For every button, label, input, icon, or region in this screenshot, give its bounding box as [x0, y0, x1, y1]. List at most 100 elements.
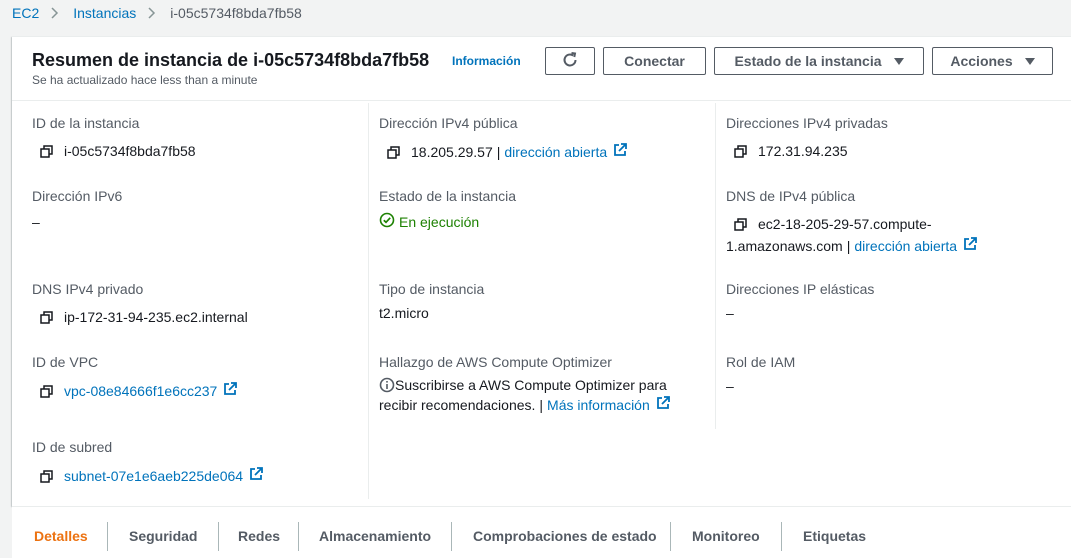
public-dns-line1: ec2-18-205-29-57.compute- [758, 216, 932, 232]
separator: | [496, 143, 501, 160]
field-value: Suscribirse a AWS Compute Optimizer para [379, 377, 670, 393]
optimizer-text-line1: Suscribirse a AWS Compute Optimizer para [395, 377, 667, 393]
field-label: Dirección IPv4 pública [379, 115, 518, 131]
detail-tabs: Detalles Seguridad Redes Almacenamiento … [12, 506, 1071, 558]
optimizer-text-line2: recibir recomendaciones. [379, 396, 536, 413]
column-divider [368, 103, 369, 499]
field-value: 172.31.94.235 [732, 143, 888, 159]
tab-security[interactable]: Seguridad [129, 521, 197, 551]
elastic-ips-field: Direcciones IP elásticas – [726, 281, 874, 321]
ipv6-field: Dirección IPv6 – [32, 188, 122, 230]
chevron-right-icon [144, 4, 162, 22]
copy-icon[interactable] [385, 144, 401, 160]
open-address-link[interactable]: dirección abierta [854, 238, 957, 254]
field-value: 18.205.29.57 | dirección abierta [385, 143, 628, 160]
vpc-link[interactable]: vpc-08e84666f1e6cc237 [64, 383, 217, 399]
external-link-icon[interactable] [223, 382, 238, 399]
tab-monitoring[interactable]: Monitoreo [692, 521, 760, 551]
compute-optimizer-field: Hallazgo de AWS Compute Optimizer Suscri… [379, 354, 670, 413]
actions-label: Acciones [950, 53, 1013, 69]
copy-icon[interactable] [732, 216, 748, 232]
breadcrumb-instances-link[interactable]: Instancias [73, 5, 136, 21]
field-label: ID de subred [32, 439, 113, 455]
instance-type-value: t2.micro [379, 305, 429, 321]
last-updated-text: Se ha actualizado hace less than a minut… [32, 73, 258, 87]
field-value: 1.amazonaws.com | dirección abierta [726, 237, 977, 254]
field-label: Tipo de instancia [379, 281, 485, 297]
public-dns-line2: 1.amazonaws.com [726, 237, 843, 254]
field-label: ID de VPC [32, 354, 99, 370]
connect-button-label: Conectar [624, 53, 685, 69]
tab-divider [670, 522, 671, 551]
panel-header: Resumen de instancia de i-05c5734f8bda7f… [12, 37, 1071, 101]
iam-role-field: Rol de IAM – [726, 354, 795, 394]
private-ips-field: Direcciones IPv4 privadas 172.31.94.235 [726, 115, 888, 159]
external-link-icon[interactable] [963, 237, 977, 254]
tab-divider [298, 522, 299, 551]
private-ip-value: 172.31.94.235 [758, 143, 848, 159]
tab-divider [451, 522, 452, 551]
iam-role-value: – [726, 378, 734, 394]
tab-storage[interactable]: Almacenamiento [319, 521, 431, 551]
ipv6-value: – [32, 214, 40, 230]
more-info-link[interactable]: Más información [547, 397, 650, 413]
external-link-icon[interactable] [613, 143, 628, 160]
copy-icon[interactable] [38, 309, 54, 325]
field-value: i-05c5734f8bda7fb58 [38, 143, 196, 159]
copy-icon[interactable] [38, 468, 54, 484]
field-label: DNS IPv4 privado [32, 281, 144, 297]
external-link-icon[interactable] [656, 396, 670, 413]
instance-state-dropdown[interactable]: Estado de la instancia [714, 47, 924, 75]
refresh-button[interactable] [545, 47, 595, 75]
caret-down-icon [1024, 57, 1035, 65]
private-dns-value: ip-172-31-94-235.ec2.internal [64, 309, 248, 325]
tab-divider [107, 522, 108, 551]
public-ip-field: Dirección IPv4 pública 18.205.29.57 | di… [379, 115, 628, 160]
subnet-link[interactable]: subnet-07e1e6aeb225de064 [64, 468, 243, 484]
tab-tags[interactable]: Etiquetas [803, 521, 866, 551]
actions-dropdown[interactable]: Acciones [932, 47, 1053, 75]
copy-icon[interactable] [38, 383, 54, 399]
caret-down-icon [893, 57, 904, 65]
check-circle-icon [379, 212, 399, 231]
breadcrumb-ec2-link[interactable]: EC2 [12, 5, 39, 21]
open-address-link[interactable]: dirección abierta [504, 144, 607, 160]
instance-id-field: ID de la instancia i-05c5734f8bda7fb58 [32, 115, 196, 159]
info-link[interactable]: Información [452, 54, 521, 68]
field-label: Direcciones IP elásticas [726, 281, 875, 297]
external-link-icon[interactable] [249, 467, 263, 484]
copy-icon[interactable] [38, 143, 54, 159]
page-title: Resumen de instancia de i-05c5734f8bda7f… [32, 50, 430, 70]
info-circle-icon [379, 377, 395, 393]
instance-summary-panel: Resumen de instancia de i-05c5734f8bda7f… [12, 36, 1071, 506]
public-ip-value: 18.205.29.57 [411, 143, 493, 160]
field-value: subnet-07e1e6aeb225de064 [38, 467, 263, 484]
instance-state-value: En ejecución [399, 213, 480, 230]
field-label: ID de la instancia [32, 115, 140, 131]
tab-networking[interactable]: Redes [238, 521, 280, 551]
subnet-field: ID de subred subnet-07e1e6aeb225de064 [32, 439, 263, 484]
field-label: Rol de IAM [726, 354, 796, 370]
instance-state-label: Estado de la instancia [734, 53, 882, 69]
breadcrumb: EC2 Instancias i-05c5734f8bda7fb58 [12, 3, 302, 23]
instance-state-field: Estado de la instancia En ejecución [379, 188, 516, 231]
field-value: ip-172-31-94-235.ec2.internal [38, 309, 248, 325]
instance-type-field: Tipo de instancia t2.micro [379, 281, 484, 321]
field-label: Estado de la instancia [379, 188, 516, 204]
refresh-icon [561, 51, 579, 72]
tab-status-checks[interactable]: Comprobaciones de estado [473, 521, 657, 551]
connect-button[interactable]: Conectar [603, 47, 706, 75]
field-label: Direcciones IPv4 privadas [726, 115, 888, 131]
copy-icon[interactable] [732, 143, 748, 159]
elastic-ips-value: – [726, 305, 734, 321]
separator: | [846, 237, 851, 254]
tab-details[interactable]: Detalles [34, 521, 88, 551]
public-dns-field: DNS de IPv4 pública ec2-18-205-29-57.com… [726, 188, 977, 254]
field-label: Hallazgo de AWS Compute Optimizer [379, 354, 612, 370]
breadcrumb-current: i-05c5734f8bda7fb58 [170, 5, 302, 21]
chevron-right-icon [47, 4, 65, 22]
field-label: Dirección IPv6 [32, 188, 123, 204]
instance-id-value: i-05c5734f8bda7fb58 [64, 143, 196, 159]
field-value: recibir recomendaciones. | Más informaci… [379, 396, 670, 413]
status-badge: En ejecución [379, 212, 516, 231]
